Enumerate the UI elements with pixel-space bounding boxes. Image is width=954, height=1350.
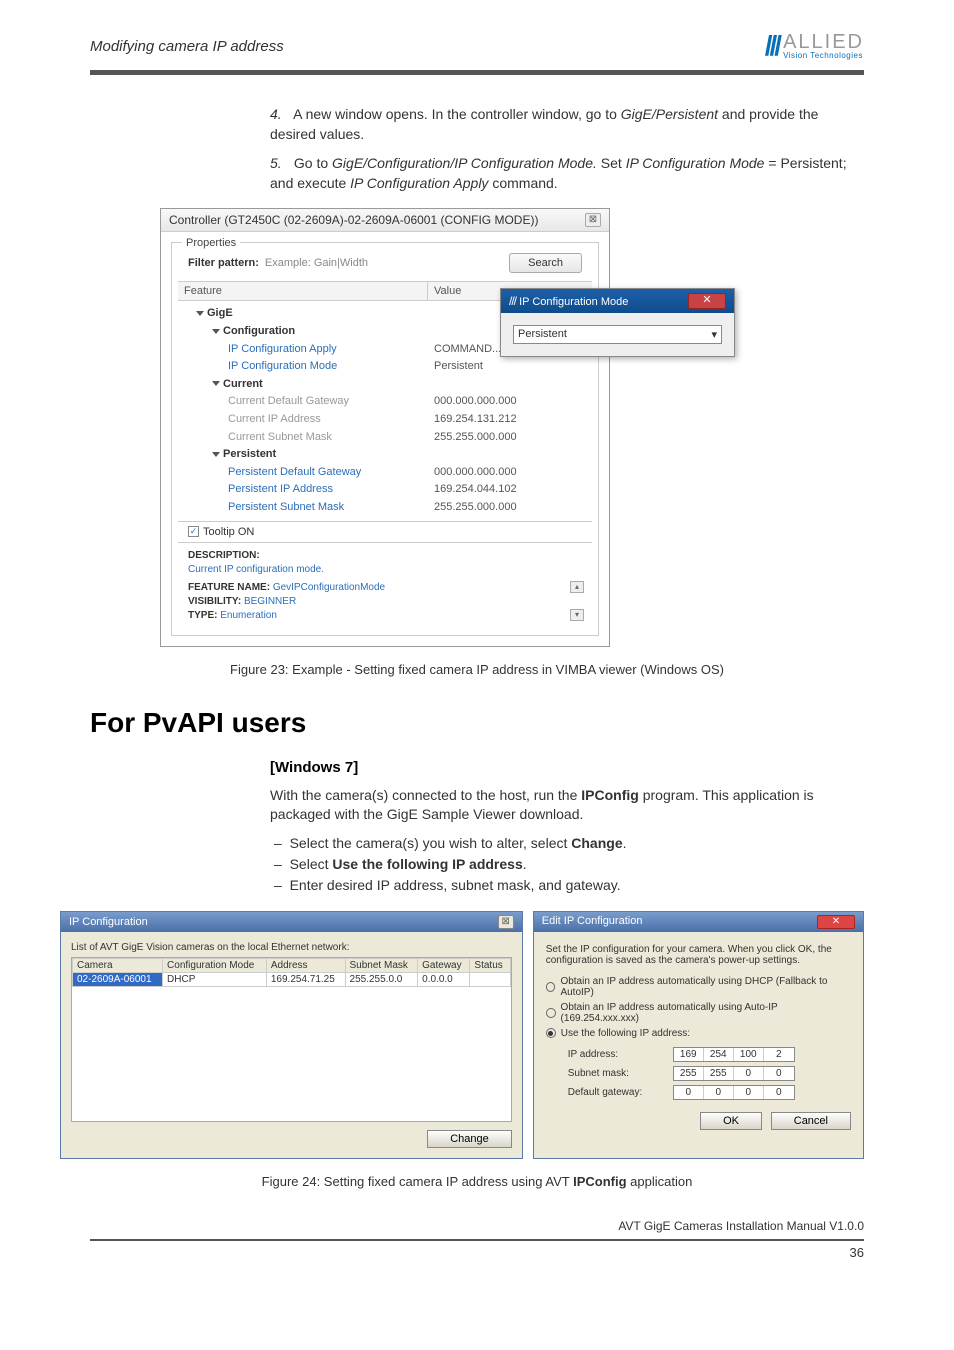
bullet-item: – Enter desired IP address, subnet mask,… [274, 875, 864, 896]
subnet-mask-input[interactable]: 25525500 [673, 1066, 795, 1081]
ip-config-mode-popup: /// IP Configuration Mode ✕ Persistent ▾ [500, 288, 735, 357]
radio-autoip[interactable]: Obtain an IP address automatically using… [546, 1002, 851, 1024]
edit-ip-configuration-window: Edit IP Configuration ✕ Set the IP confi… [533, 911, 864, 1159]
filter-label: Filter pattern: [188, 257, 259, 269]
subnet-mask-label: Subnet mask: [568, 1068, 663, 1079]
table-row[interactable]: 02-2609A-06001 DHCP 169.254.71.25 255.25… [73, 972, 511, 986]
step-5: 5. Go to GigE/Configuration/IP Configura… [270, 154, 864, 193]
brand-logo: /// ALLIED Vision Technologies [765, 30, 864, 62]
controller-window-figure: Controller (GT2450C (02-2609A)-02-2609A-… [160, 208, 734, 646]
gateway-label: Default gateway: [568, 1087, 663, 1098]
ip-address-input[interactable]: 1692541002 [673, 1047, 795, 1062]
window-title: IP Configuration [69, 916, 148, 928]
list-label: List of AVT GigE Vision cameras on the l… [71, 942, 512, 953]
tooltip-label: Tooltip ON [203, 526, 254, 538]
scrollbar-icon[interactable]: ▴▾ [570, 581, 584, 621]
ok-button[interactable]: OK [700, 1112, 762, 1130]
popup-title: IP Configuration Mode [519, 296, 628, 308]
edit-description: Set the IP configuration for your camera… [546, 944, 851, 966]
page-header: Modifying camera IP address /// ALLIED V… [90, 0, 864, 75]
col-feature: Feature [178, 282, 428, 300]
camera-list-table[interactable]: Camera Configuration Mode Address Subnet… [72, 958, 511, 987]
close-icon[interactable]: ✕ [688, 293, 726, 309]
step-4: 4. A new window opens. In the controller… [270, 105, 864, 144]
figure-23-caption: Figure 23: Example - Setting fixed camer… [90, 662, 864, 677]
subheading-windows7: [Windows 7] [270, 759, 864, 776]
window-titlebar: Controller (GT2450C (02-2609A)-02-2609A-… [161, 209, 609, 232]
page-number: 36 [90, 1239, 864, 1260]
figure-24-caption: Figure 24: Setting fixed camera IP addre… [90, 1174, 864, 1189]
bullet-item: – Select the camera(s) you wish to alter… [274, 833, 864, 854]
gateway-input[interactable]: 0000 [673, 1085, 795, 1100]
change-button[interactable]: Change [427, 1130, 512, 1148]
logo-main: ALLIED [783, 32, 864, 52]
radio-dhcp[interactable]: Obtain an IP address automatically using… [546, 976, 851, 998]
logo-sub: Vision Technologies [783, 52, 864, 60]
paragraph: With the camera(s) connected to the host… [270, 786, 864, 825]
radio-static[interactable]: Use the following IP address: [546, 1028, 851, 1039]
chevron-down-icon: ▾ [711, 328, 717, 341]
footer-text: AVT GigE Cameras Installation Manual V1.… [90, 1219, 864, 1233]
window-title: Controller (GT2450C (02-2609A)-02-2609A-… [169, 213, 538, 227]
ip-mode-select[interactable]: Persistent ▾ [513, 325, 722, 344]
close-icon[interactable]: ⊠ [498, 915, 514, 929]
search-button[interactable]: Search [509, 253, 582, 273]
properties-label: Properties [182, 237, 240, 249]
close-icon[interactable]: ⊠ [585, 213, 601, 227]
header-title: Modifying camera IP address [90, 38, 284, 55]
close-icon[interactable]: ✕ [817, 915, 855, 929]
window-title: Edit IP Configuration [542, 915, 643, 929]
ip-configuration-window: IP Configuration ⊠ List of AVT GigE Visi… [60, 911, 523, 1159]
logo-bars-icon: /// [765, 30, 779, 62]
ip-address-label: IP address: [568, 1049, 663, 1060]
section-heading-pvapi: For PvAPI users [90, 707, 864, 739]
cancel-button[interactable]: Cancel [771, 1112, 851, 1130]
description-panel: DESCRIPTION: Current IP configuration mo… [178, 542, 592, 629]
tooltip-checkbox[interactable]: ✓ [188, 526, 199, 537]
filter-hint: Example: Gain|Width [265, 257, 368, 269]
bullet-item: – Select Use the following IP address. [274, 854, 864, 875]
logo-bars-icon: /// [509, 294, 516, 308]
